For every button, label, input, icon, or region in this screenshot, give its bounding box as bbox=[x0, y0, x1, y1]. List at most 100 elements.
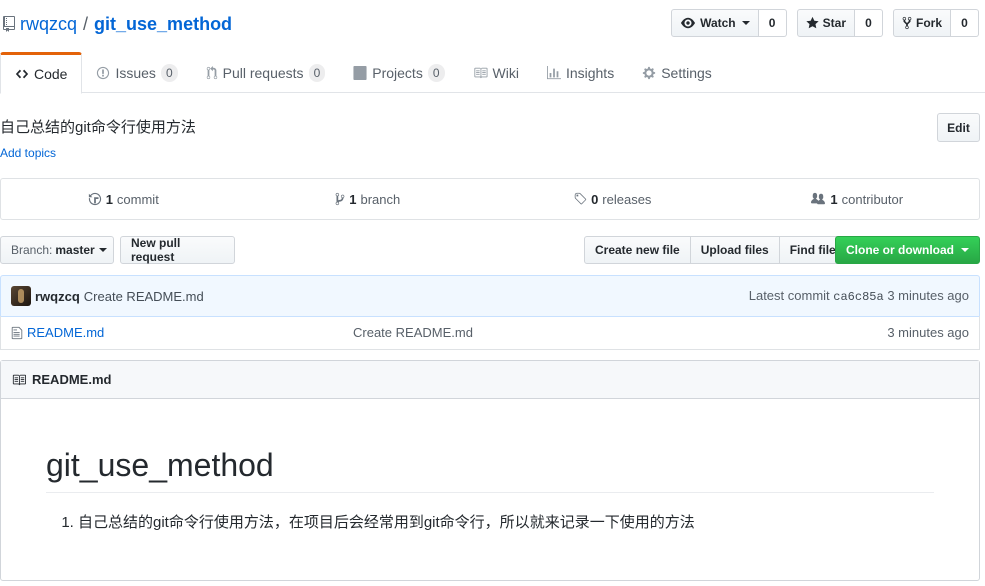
watch-button[interactable]: Watch bbox=[671, 9, 759, 37]
star-group: Star 0 bbox=[796, 9, 883, 37]
projects-counter: 0 bbox=[427, 63, 445, 82]
issues-counter: 0 bbox=[160, 63, 178, 82]
clone-download-label: Clone or download bbox=[846, 243, 954, 257]
tag-icon bbox=[574, 192, 587, 205]
commits-label: commit bbox=[116, 191, 159, 207]
gear-icon bbox=[643, 66, 656, 79]
chevron-down-icon bbox=[741, 21, 750, 25]
fork-label: Fork bbox=[915, 16, 942, 30]
repo-nav: Code Issues 0 Pull requests 0 Projects 0… bbox=[0, 52, 985, 94]
latest-commit-label: Latest commit bbox=[748, 288, 830, 303]
tab-projects-label: Projects bbox=[372, 64, 423, 81]
code-icon bbox=[15, 69, 29, 79]
repo-header: rwqzcq / git_use_method bbox=[0, 10, 232, 38]
fork-button[interactable]: Fork bbox=[892, 9, 951, 37]
tab-wiki-label: Wiki bbox=[492, 64, 519, 81]
book-icon bbox=[12, 374, 26, 385]
pulls-counter: 0 bbox=[308, 63, 326, 82]
tab-pull-requests[interactable]: Pull requests 0 bbox=[192, 52, 340, 93]
watch-label: Watch bbox=[700, 16, 736, 30]
tab-issues[interactable]: Issues 0 bbox=[82, 52, 191, 93]
branch-prefix: Branch: bbox=[11, 243, 53, 257]
commits-count: 1 bbox=[105, 191, 113, 207]
commit-author[interactable]: rwqzcq bbox=[35, 289, 80, 304]
contributors-label: contributor bbox=[841, 191, 904, 207]
readme-content: git_use_method 自己总结的git命令行使用方法，在项目后会经常用到… bbox=[1, 399, 979, 532]
graph-icon bbox=[546, 65, 561, 79]
readme-box: README.md git_use_method 自己总结的git命令行使用方法… bbox=[0, 360, 980, 581]
table-row: README.md Create README.md 3 minutes ago bbox=[0, 316, 980, 350]
repo-description: 自己总结的git命令行使用方法 bbox=[0, 119, 196, 136]
readme-filename: README.md bbox=[32, 372, 112, 387]
commit-sha[interactable]: ca6c85a bbox=[833, 290, 883, 304]
add-topics-link[interactable]: Add topics bbox=[0, 146, 56, 160]
upload-files-button[interactable]: Upload files bbox=[689, 236, 780, 264]
clone-download-button[interactable]: Clone or download bbox=[835, 236, 980, 264]
repo-icon bbox=[3, 16, 15, 32]
contributors-link[interactable]: 1 contributor bbox=[735, 179, 980, 219]
project-icon bbox=[353, 65, 367, 80]
numbers-summary: 1 commit 1 branch 0 releases 1 contribut… bbox=[0, 178, 980, 220]
branches-label: branch bbox=[360, 191, 401, 207]
fork-count[interactable]: 0 bbox=[951, 9, 979, 37]
tab-wiki[interactable]: Wiki bbox=[459, 52, 533, 93]
tab-code[interactable]: Code bbox=[0, 52, 83, 94]
latest-commit-info: Latest commit ca6c85a 3 minutes ago bbox=[749, 288, 969, 304]
watch-group: Watch 0 bbox=[671, 9, 787, 37]
repo-name-link[interactable]: git_use_method bbox=[94, 14, 232, 35]
commit-tease: rwqzcq Create README.md Latest commit ca… bbox=[0, 275, 980, 317]
contributors-count: 1 bbox=[830, 191, 838, 207]
releases-label: releases bbox=[602, 191, 652, 207]
file-commit-message[interactable]: Create README.md bbox=[353, 325, 473, 340]
repo-path-separator: / bbox=[83, 13, 89, 34]
issue-opened-icon bbox=[97, 66, 110, 79]
file-age: 3 minutes ago bbox=[887, 325, 969, 340]
tab-projects[interactable]: Projects 0 bbox=[339, 52, 458, 93]
tab-code-label: Code bbox=[34, 66, 68, 82]
readme-title: git_use_method bbox=[46, 447, 934, 493]
new-pull-request-button[interactable]: New pull request bbox=[120, 236, 235, 264]
fork-group: Fork 0 bbox=[892, 9, 979, 37]
repo-owner-link[interactable]: rwqzcq bbox=[20, 14, 77, 35]
file-name-cell: README.md bbox=[11, 325, 353, 340]
releases-link[interactable]: 0 releases bbox=[490, 179, 735, 219]
releases-count: 0 bbox=[591, 191, 599, 207]
tab-settings[interactable]: Settings bbox=[628, 52, 726, 93]
eye-icon bbox=[681, 17, 696, 29]
book-icon bbox=[473, 67, 488, 78]
create-new-file-button[interactable]: Create new file bbox=[584, 236, 691, 264]
tab-insights[interactable]: Insights bbox=[533, 52, 628, 93]
repo-forked-icon bbox=[902, 16, 912, 30]
list-item: 自己总结的git命令行使用方法，在项目后会经常用到git命令行，所以就来记录一下… bbox=[78, 511, 934, 532]
history-icon bbox=[88, 192, 101, 206]
tab-settings-label: Settings bbox=[661, 64, 712, 81]
git-branch-icon bbox=[335, 192, 345, 206]
commit-message[interactable]: Create README.md bbox=[84, 289, 204, 304]
branch-select-button[interactable]: Branch: master bbox=[0, 236, 114, 264]
chevron-down-icon bbox=[961, 248, 969, 252]
file-actions-group: Create new file Upload files Find file bbox=[584, 236, 847, 264]
tab-insights-label: Insights bbox=[565, 64, 615, 81]
file-navigation: Branch: master New pull request Create n… bbox=[0, 236, 980, 265]
readme-header: README.md bbox=[1, 361, 979, 399]
branches-count: 1 bbox=[349, 191, 357, 207]
avatar[interactable] bbox=[11, 286, 31, 306]
branches-link[interactable]: 1 branch bbox=[246, 179, 491, 219]
star-icon bbox=[806, 16, 819, 29]
star-count[interactable]: 0 bbox=[854, 9, 883, 37]
readme-list: 自己总结的git命令行使用方法，在项目后会经常用到git命令行，所以就来记录一下… bbox=[46, 511, 934, 532]
file-name-link[interactable]: README.md bbox=[27, 325, 104, 340]
chevron-down-icon bbox=[98, 248, 107, 252]
organization-icon bbox=[811, 192, 826, 205]
file-text-icon bbox=[11, 326, 23, 339]
watch-count[interactable]: 0 bbox=[758, 9, 787, 37]
star-button[interactable]: Star bbox=[796, 9, 855, 37]
git-pull-request-icon bbox=[206, 65, 217, 79]
commit-age: 3 minutes ago bbox=[887, 288, 969, 303]
tab-pull-requests-label: Pull requests bbox=[222, 64, 304, 81]
branch-name: master bbox=[55, 243, 95, 257]
edit-description-button[interactable]: Edit bbox=[937, 113, 980, 142]
pagehead-actions: Watch 0 Star 0 Fork 0 bbox=[671, 9, 979, 37]
tab-issues-label: Issues bbox=[115, 64, 156, 81]
commits-link[interactable]: 1 commit bbox=[1, 179, 246, 219]
